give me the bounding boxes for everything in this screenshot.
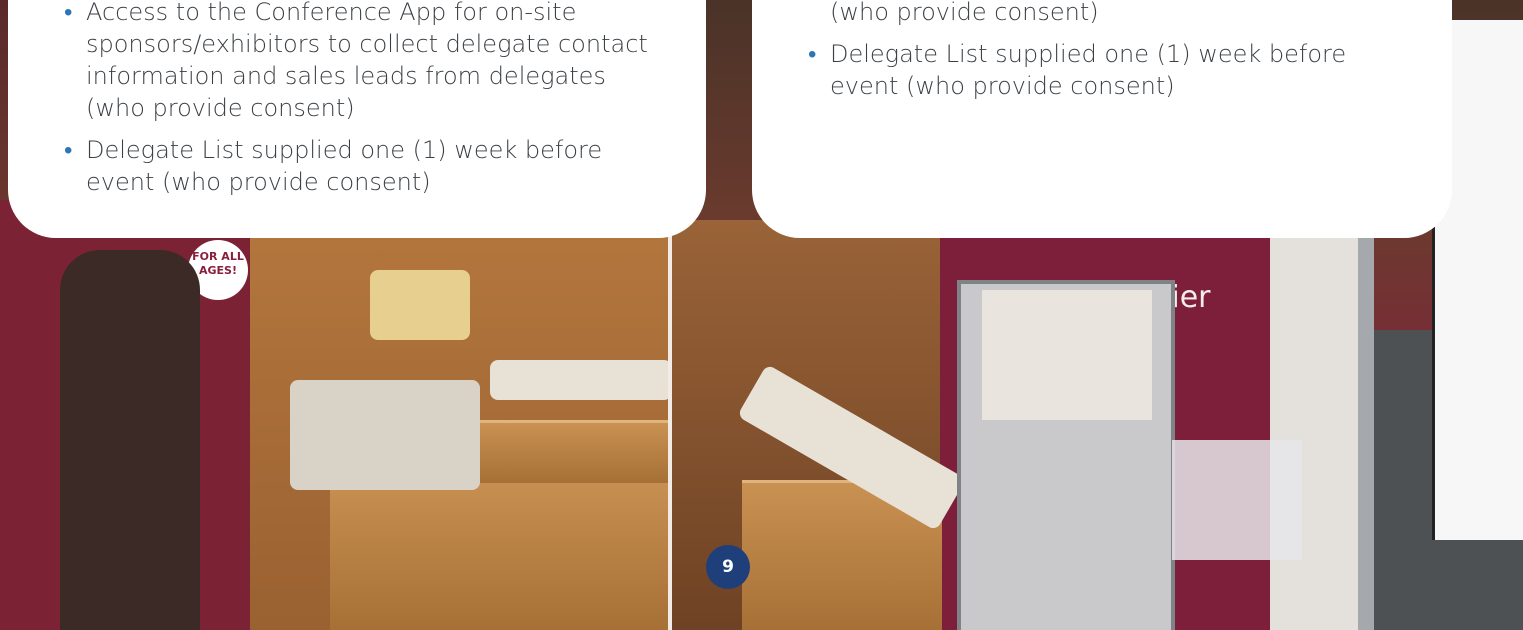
bullet-text: (who provide consent) <box>830 0 1099 26</box>
bullet-text: Delegate List supplied one (1) week befo… <box>830 40 1347 100</box>
page-number-badge: 9 <box>706 545 750 589</box>
stand-pole <box>1358 180 1374 630</box>
bullet-text: Delegate List supplied one (1) week befo… <box>86 136 603 196</box>
bullet-item: • Access to the Conference App for on-si… <box>64 0 666 124</box>
text-card-right: (who provide consent) • Delegate List su… <box>752 0 1452 238</box>
stair-step <box>330 470 672 630</box>
bullet-item: • Delegate List supplied one (1) week be… <box>64 134 666 198</box>
stairlift-chair <box>290 380 480 490</box>
bullet-dot-icon: • <box>64 136 73 164</box>
sticker-text: FOR ALL AGES! <box>192 250 244 277</box>
stairlift-seat <box>370 270 470 340</box>
bullet-list: • Access to the Conference App for on-si… <box>64 0 666 198</box>
family-figures <box>60 250 200 630</box>
bullet-dot-icon: • <box>808 40 817 68</box>
brochure <box>982 290 1152 420</box>
exhibition-wall <box>1270 190 1360 630</box>
bullet-dot-icon: • <box>64 0 73 26</box>
brochure-page: FOR ALL AGES! remier any • Access to the… <box>0 0 1523 630</box>
bullet-item: • Delegate List supplied one (1) week be… <box>808 38 1412 102</box>
bullet-item: (who provide consent) <box>830 0 1412 28</box>
stairlift-rail <box>490 360 672 400</box>
text-card-left: • Access to the Conference App for on-si… <box>8 0 706 238</box>
acrylic-holder <box>1172 440 1302 560</box>
bullet-list: (who provide consent) • Delegate List su… <box>808 0 1412 102</box>
bullet-text: Access to the Conference App for on-site… <box>86 0 648 122</box>
